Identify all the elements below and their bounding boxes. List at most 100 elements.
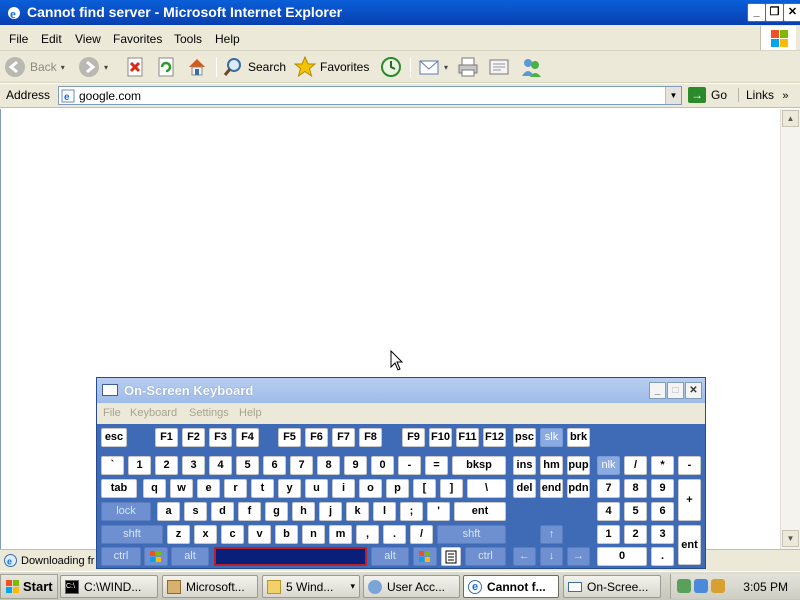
key-minus[interactable]: -: [398, 456, 421, 475]
key-np-5[interactable]: 5: [624, 502, 647, 521]
menu-view[interactable]: View: [75, 32, 101, 46]
menu-help[interactable]: Help: [215, 32, 240, 46]
key-f2[interactable]: F2: [182, 428, 205, 447]
key-1[interactable]: 1: [128, 456, 151, 475]
osk-menu-settings[interactable]: Settings: [189, 407, 229, 419]
key-l[interactable]: l: [373, 502, 396, 521]
mail-button[interactable]: ▾: [418, 54, 448, 80]
on-screen-keyboard-window[interactable]: On-Screen Keyboard _ □ ✕ File Keyboard S…: [96, 377, 706, 569]
mail-dropdown-icon[interactable]: ▾: [444, 63, 448, 72]
osk-minimize-button[interactable]: _: [649, 382, 666, 399]
favorites-button[interactable]: Favorites: [294, 54, 369, 80]
task-on-screen-keyboard[interactable]: On-Scree...: [563, 575, 661, 598]
links-toolbar[interactable]: Links »: [738, 88, 788, 102]
key-8[interactable]: 8: [317, 456, 340, 475]
key-f9[interactable]: F9: [402, 428, 425, 447]
osk-close-button[interactable]: ✕: [685, 382, 702, 399]
back-dropdown-icon[interactable]: ▾: [61, 63, 65, 72]
scroll-up-icon[interactable]: ▲: [782, 110, 799, 127]
key-backtick[interactable]: `: [101, 456, 124, 475]
key-f5[interactable]: F5: [278, 428, 301, 447]
key-slash[interactable]: /: [410, 525, 433, 544]
key-i[interactable]: i: [332, 479, 355, 498]
key-n[interactable]: n: [302, 525, 325, 544]
key-up-arrow[interactable]: ↑: [540, 525, 563, 544]
key-7[interactable]: 7: [290, 456, 313, 475]
back-button[interactable]: Back ▾: [4, 54, 65, 80]
key-np-minus[interactable]: -: [678, 456, 701, 475]
key-f6[interactable]: F6: [305, 428, 328, 447]
task-window-group[interactable]: 5 Wind... ▾: [262, 575, 360, 598]
menu-tools[interactable]: Tools: [174, 32, 202, 46]
minimize-button[interactable]: _: [747, 3, 766, 22]
key-semicolon[interactable]: ;: [400, 502, 423, 521]
display-icon[interactable]: [694, 579, 708, 593]
key-left-alt[interactable]: alt: [171, 547, 209, 566]
key-np-7[interactable]: 7: [597, 479, 620, 498]
key-x[interactable]: x: [194, 525, 217, 544]
key-nlk[interactable]: nlk: [597, 456, 620, 475]
key-esc[interactable]: esc: [101, 428, 127, 447]
key-5[interactable]: 5: [236, 456, 259, 475]
go-button[interactable]: → Go: [688, 87, 727, 103]
edit-button[interactable]: [488, 54, 510, 80]
key-right-windows[interactable]: [413, 547, 437, 566]
key-k[interactable]: k: [346, 502, 369, 521]
task-command-prompt[interactable]: C:\ C:\WIND...: [60, 575, 158, 598]
refresh-button[interactable]: [155, 54, 177, 80]
key-down-arrow[interactable]: ↓: [540, 547, 563, 566]
key-9[interactable]: 9: [344, 456, 367, 475]
key-space[interactable]: [214, 547, 367, 566]
key-j[interactable]: j: [319, 502, 342, 521]
osk-title-bar[interactable]: On-Screen Keyboard _ □ ✕: [97, 378, 705, 403]
key-caps-lock[interactable]: lock: [101, 502, 151, 521]
address-input[interactable]: e google.com ▼: [58, 86, 682, 105]
key-np-star[interactable]: *: [651, 456, 674, 475]
key-right-ctrl[interactable]: ctrl: [465, 547, 506, 566]
key-enter[interactable]: ent: [454, 502, 506, 521]
key-f10[interactable]: F10: [429, 428, 452, 447]
menu-file[interactable]: File: [9, 32, 28, 46]
forward-button[interactable]: ▾: [78, 54, 108, 80]
key-brk[interactable]: brk: [567, 428, 590, 447]
key-left-ctrl[interactable]: ctrl: [101, 547, 141, 566]
network-icon[interactable]: [677, 579, 691, 593]
print-button[interactable]: [457, 54, 479, 80]
key-f[interactable]: f: [238, 502, 261, 521]
key-f7[interactable]: F7: [332, 428, 355, 447]
key-ins[interactable]: ins: [513, 456, 536, 475]
key-np-dot[interactable]: .: [651, 547, 674, 566]
menu-edit[interactable]: Edit: [41, 32, 62, 46]
key-quote[interactable]: ': [427, 502, 450, 521]
osk-menu-help[interactable]: Help: [239, 407, 262, 419]
key-np-enter[interactable]: ent: [678, 525, 701, 565]
key-bksp[interactable]: bksp: [452, 456, 506, 475]
key-p[interactable]: p: [386, 479, 409, 498]
stop-button[interactable]: [124, 54, 146, 80]
key-left-windows[interactable]: [144, 547, 168, 566]
key-tab[interactable]: tab: [101, 479, 137, 498]
key-s[interactable]: s: [184, 502, 207, 521]
key-g[interactable]: g: [265, 502, 288, 521]
task-user-accounts[interactable]: User Acc...: [363, 575, 460, 598]
messenger-button[interactable]: [520, 54, 542, 80]
menu-favorites[interactable]: Favorites: [113, 32, 162, 46]
key-slk[interactable]: slk: [540, 428, 563, 447]
key-q[interactable]: q: [143, 479, 166, 498]
home-button[interactable]: [186, 54, 208, 80]
key-pdn[interactable]: pdn: [567, 479, 590, 498]
key-left-arrow[interactable]: ←: [513, 547, 536, 566]
key-comma[interactable]: ,: [356, 525, 379, 544]
search-button[interactable]: Search: [222, 54, 286, 80]
key-backslash[interactable]: \: [467, 479, 506, 498]
history-button[interactable]: [380, 54, 402, 80]
task-microsoft[interactable]: Microsoft...: [162, 575, 258, 598]
key-4[interactable]: 4: [209, 456, 232, 475]
key-np-2[interactable]: 2: [624, 525, 647, 544]
key-psc[interactable]: psc: [513, 428, 536, 447]
key-np-0[interactable]: 0: [597, 547, 647, 566]
key-f3[interactable]: F3: [209, 428, 232, 447]
key-equals[interactable]: =: [425, 456, 448, 475]
key-np-1[interactable]: 1: [597, 525, 620, 544]
key-end[interactable]: end: [540, 479, 563, 498]
